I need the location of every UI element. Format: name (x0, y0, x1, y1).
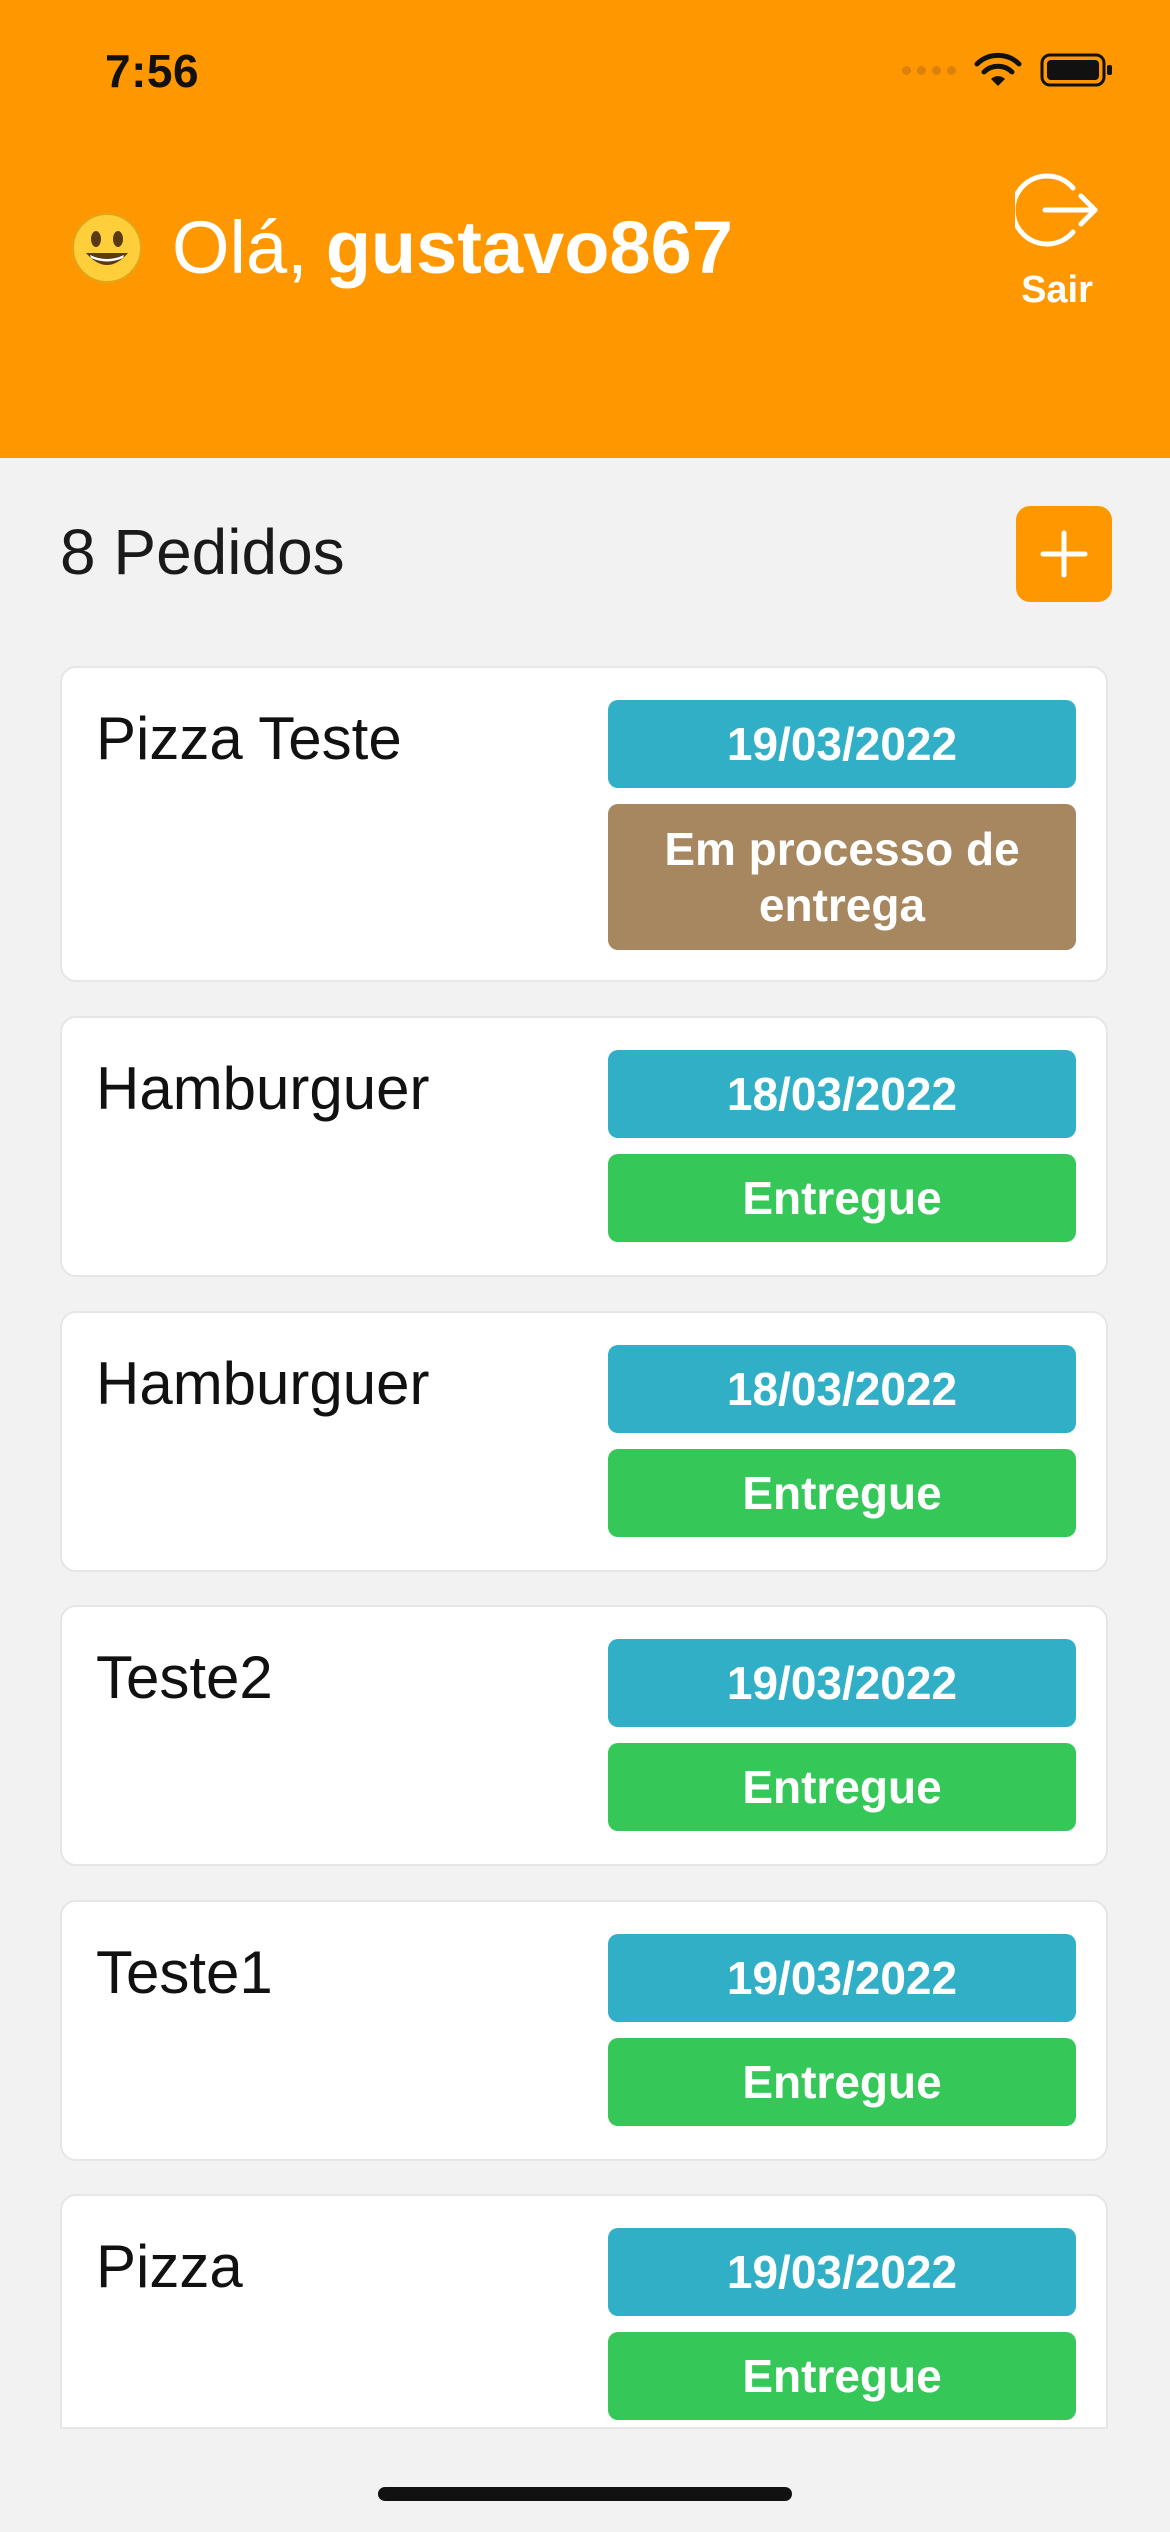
greeting-prefix: Olá, (172, 206, 308, 289)
status-bar-time: 7:56 (105, 45, 200, 97)
username: gustavo867 (325, 206, 733, 289)
order-status-badge: Entregue (608, 2038, 1076, 2126)
logout-button[interactable]: Sair (1002, 168, 1112, 312)
order-card[interactable]: Pizza Teste 19/03/2022 Em processo de en… (60, 666, 1108, 982)
order-date-badge: 19/03/2022 (608, 1934, 1076, 2022)
cellular-signal-icon (902, 65, 956, 75)
order-card[interactable]: Teste1 19/03/2022 Entregue (60, 1900, 1108, 2161)
order-name: Hamburguer (96, 1055, 430, 1122)
order-card[interactable]: Pizza 19/03/2022 Entregue (60, 2194, 1108, 2429)
order-status-badge: Entregue (608, 1154, 1076, 1242)
add-order-button[interactable] (1016, 506, 1112, 602)
order-status-badge: Em processo de entrega (608, 804, 1076, 950)
order-date-badge: 19/03/2022 (608, 700, 1076, 788)
order-name: Pizza Teste (96, 705, 402, 772)
status-bar-indicators (902, 52, 1114, 88)
logout-icon (1010, 173, 1098, 247)
home-indicator[interactable] (378, 2487, 792, 2501)
order-status-badge: Entregue (608, 1743, 1076, 1831)
greeting: Olá, gustavo867 (70, 205, 733, 290)
order-date-badge: 19/03/2022 (608, 2228, 1076, 2316)
order-card[interactable]: Hamburguer 18/03/2022 Entregue (60, 1311, 1108, 1572)
order-card[interactable]: Hamburguer 18/03/2022 Entregue (60, 1016, 1108, 1277)
order-name: Teste2 (96, 1644, 273, 1711)
order-date-badge: 19/03/2022 (608, 1639, 1076, 1727)
order-name: Pizza (96, 2233, 243, 2300)
orders-count: 8 Pedidos (60, 516, 345, 588)
logout-label: Sair (1021, 269, 1093, 311)
order-name: Teste1 (96, 1939, 273, 2006)
plus-icon (1040, 530, 1088, 578)
order-card[interactable]: Teste2 19/03/2022 Entregue (60, 1605, 1108, 1866)
battery-icon (1040, 53, 1112, 87)
order-status-badge: Entregue (608, 2332, 1076, 2420)
smiley-emoji-icon (72, 212, 142, 283)
order-date-badge: 18/03/2022 (608, 1345, 1076, 1433)
order-name: Hamburguer (96, 1350, 430, 1417)
order-date-badge: 18/03/2022 (608, 1050, 1076, 1138)
wifi-icon (974, 52, 1022, 86)
order-status-badge: Entregue (608, 1449, 1076, 1537)
app-header: 7:56 Olá, gustavo867 Sair (0, 0, 1170, 458)
